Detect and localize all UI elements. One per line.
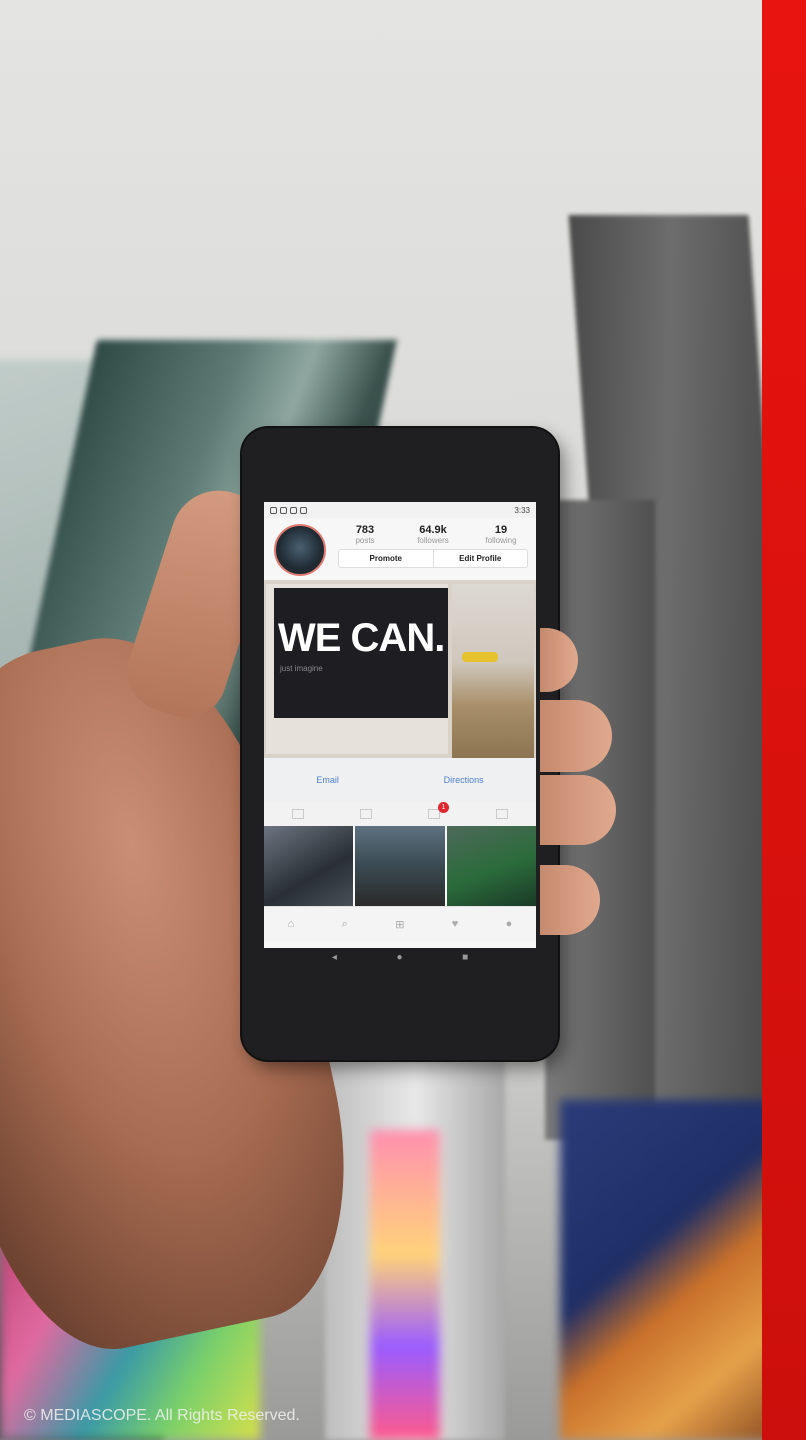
contact-row: Email Directions: [264, 758, 536, 802]
home-button-icon[interactable]: ●: [396, 952, 402, 963]
finger: [540, 700, 612, 772]
add-post-icon[interactable]: ⊞: [395, 918, 404, 931]
back-icon[interactable]: ◂: [332, 952, 337, 963]
grid-photo[interactable]: [446, 826, 536, 906]
system-nav: ◂ ● ■: [242, 952, 558, 963]
youtube-icon: [280, 506, 287, 514]
finger: [540, 775, 616, 845]
we-can-headline: WE CAN.: [278, 616, 445, 660]
notification-badge: 1: [438, 802, 449, 813]
app-icon: [290, 506, 297, 514]
copyright-text: © MEDIASCOPE. All Rights Reserved.: [24, 1407, 300, 1424]
red-accent-bar: [762, 0, 806, 1440]
featured-post-we-can[interactable]: WE CAN. just imagine: [266, 584, 448, 754]
avatar[interactable]: [274, 524, 326, 576]
posts-label: posts: [355, 536, 375, 545]
heart-icon[interactable]: ♥: [452, 918, 459, 930]
profile-tabs: 1: [264, 802, 536, 826]
we-can-subline: just imagine: [280, 664, 323, 673]
following-stat[interactable]: 19 following: [474, 524, 528, 545]
background-photo: 3:33 783 posts 64.9k followers 19 follow…: [0, 0, 806, 1440]
photo-grid: [264, 826, 536, 906]
profile-icon[interactable]: ●: [506, 918, 513, 930]
directions-link[interactable]: Directions: [444, 775, 484, 785]
status-icons: [270, 506, 307, 514]
following-label: following: [485, 536, 517, 545]
app-icon-2: [300, 506, 307, 514]
grid-view-icon[interactable]: [292, 809, 304, 819]
followers-stat[interactable]: 64.9k followers: [406, 524, 460, 545]
following-count: 19: [494, 524, 508, 536]
list-view-icon[interactable]: [360, 809, 372, 819]
grid-photo[interactable]: [264, 826, 354, 906]
tagged-icon[interactable]: 1: [428, 802, 449, 819]
recent-apps-icon[interactable]: ■: [462, 952, 468, 963]
profile-stats: 783 posts 64.9k followers 19 following P…: [338, 524, 528, 568]
grid-photo[interactable]: [355, 826, 445, 906]
featured-posts: WE CAN. just imagine: [264, 580, 536, 758]
followers-label: followers: [417, 536, 449, 545]
promote-button[interactable]: Promote: [339, 550, 433, 567]
home-icon[interactable]: ⌂: [288, 918, 295, 930]
notification-icon: [270, 506, 277, 514]
bottom-nav: ⌂ ⌕ ⊞ ♥ ●: [264, 906, 536, 941]
profile-header: 783 posts 64.9k followers 19 following P…: [264, 518, 536, 580]
search-icon[interactable]: ⌕: [342, 918, 348, 931]
bookmark-icon[interactable]: [496, 809, 508, 819]
posts-stat[interactable]: 783 posts: [338, 524, 392, 545]
email-link[interactable]: Email: [316, 775, 339, 785]
billboard-center: [370, 1130, 440, 1440]
phone-screen: 3:33 783 posts 64.9k followers 19 follow…: [264, 502, 536, 948]
edit-profile-button[interactable]: Edit Profile: [432, 550, 528, 567]
followers-count: 64.9k: [419, 524, 447, 536]
profile-actions: Promote Edit Profile: [338, 549, 528, 568]
yellow-object: [462, 652, 498, 662]
status-time: 3:33: [514, 505, 530, 515]
featured-post-side[interactable]: [452, 584, 534, 758]
status-bar: 3:33: [264, 502, 536, 518]
smartphone: 3:33 783 posts 64.9k followers 19 follow…: [242, 428, 558, 1060]
posts-count: 783: [355, 524, 375, 536]
